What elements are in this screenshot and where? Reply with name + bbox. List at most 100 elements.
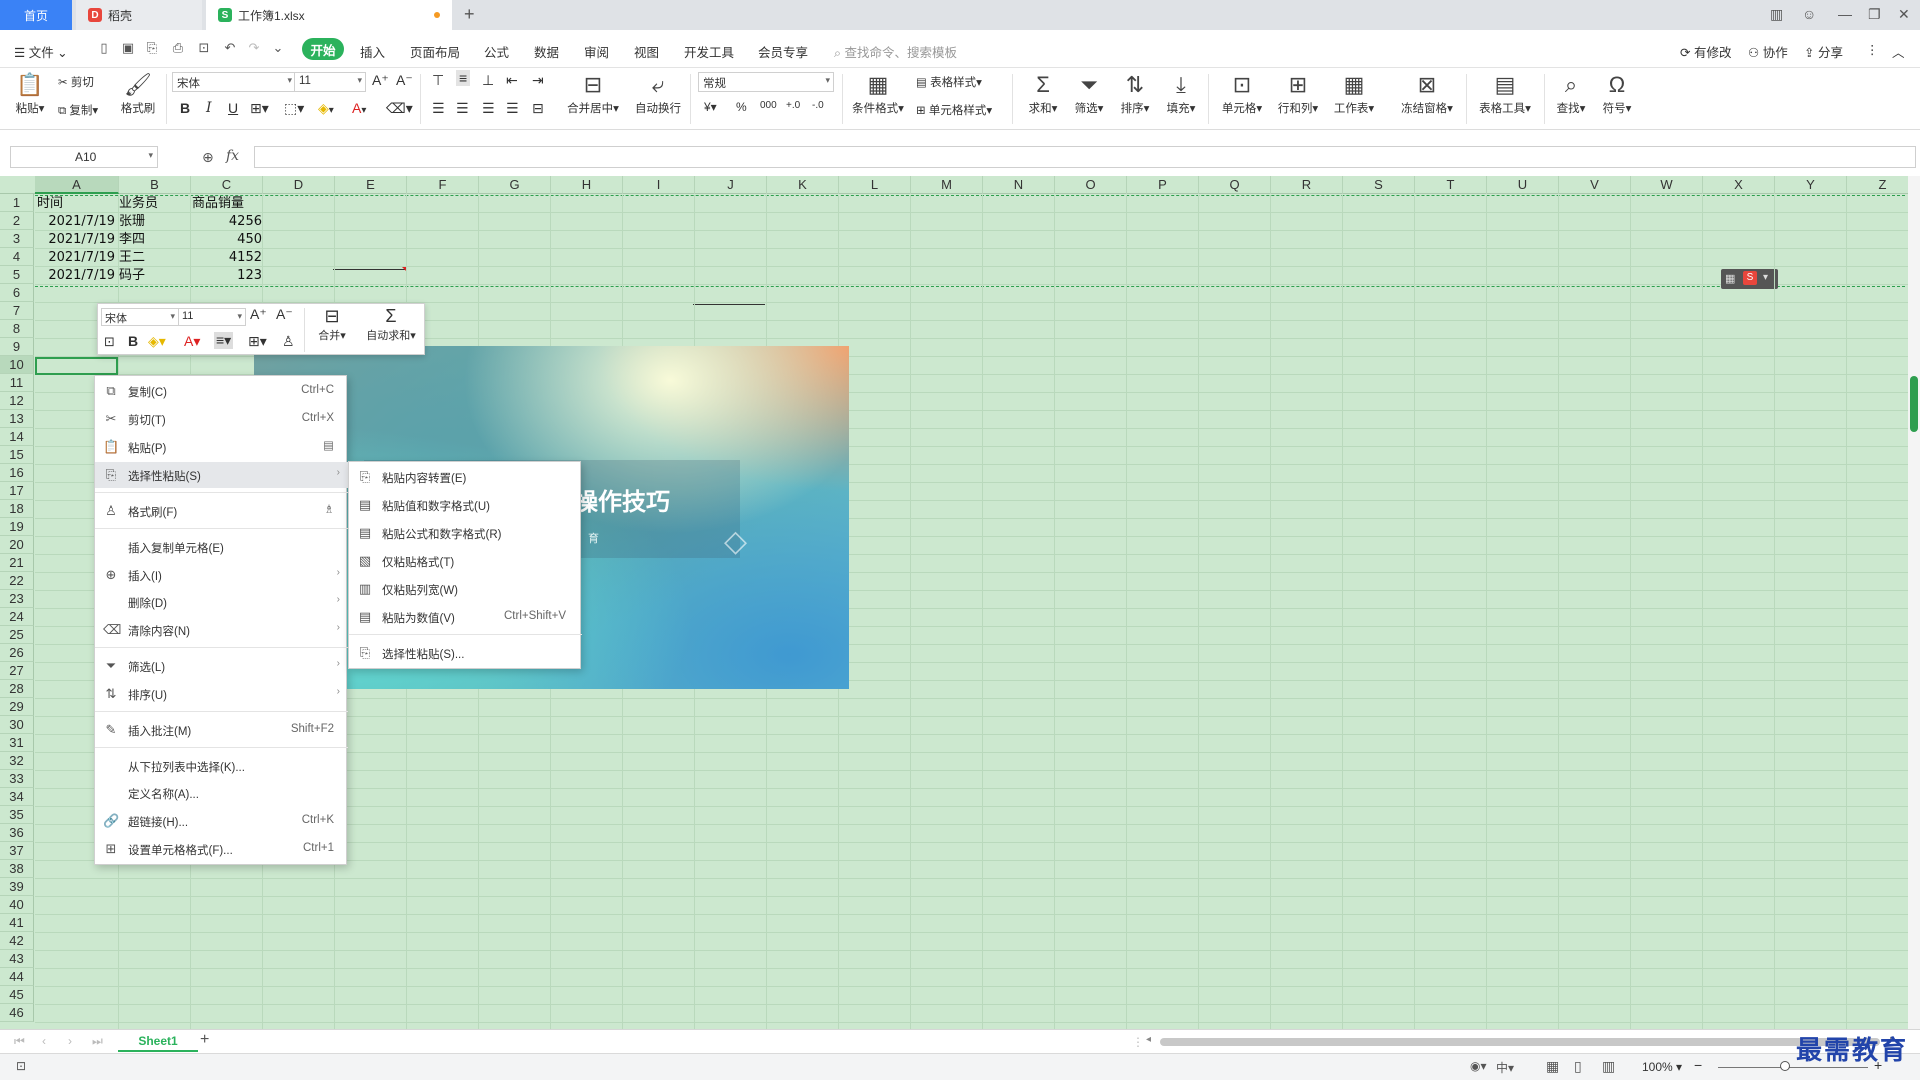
row-header-41[interactable]: 41 xyxy=(0,914,34,932)
close-icon[interactable]: ✕ xyxy=(1898,6,1910,23)
next-sheet-icon[interactable]: › xyxy=(68,1034,72,1048)
fill-color-icon[interactable]: ◈▾ xyxy=(318,100,334,117)
formula-input[interactable] xyxy=(254,146,1916,168)
column-header-j[interactable]: J xyxy=(695,176,767,194)
column-header-o[interactable]: O xyxy=(1055,176,1127,194)
row-header-14[interactable]: 14 xyxy=(0,428,34,446)
merge-center-button[interactable]: ⊟ 合并居中▾ xyxy=(560,72,626,116)
menu-item-sort[interactable]: ⇅ 排序(U) › xyxy=(95,681,348,707)
minimize-icon[interactable]: — xyxy=(1838,6,1852,22)
menu-item-format-painter[interactable]: ♙ 格式刷(F) ♗ xyxy=(95,498,348,524)
column-header-k[interactable]: K xyxy=(767,176,839,194)
zoom-out-button[interactable]: − xyxy=(1694,1057,1702,1073)
table-cell[interactable]: 李四 xyxy=(119,231,145,249)
collab-button[interactable]: ⚇ 协作 xyxy=(1748,42,1788,61)
tab-review[interactable]: 审阅 xyxy=(584,42,609,61)
column-header-h[interactable]: H xyxy=(551,176,623,194)
fill-button[interactable]: ⤓ 填充▾ xyxy=(1158,72,1204,116)
column-header-r[interactable]: R xyxy=(1271,176,1343,194)
layout-icon[interactable]: ▥ xyxy=(1770,6,1783,23)
row-header-33[interactable]: 33 xyxy=(0,770,34,788)
column-header-m[interactable]: M xyxy=(911,176,983,194)
mini-font-color-icon[interactable]: A▾ xyxy=(184,333,200,350)
vertical-scrollbar[interactable] xyxy=(1908,176,1920,1029)
active-cell[interactable] xyxy=(35,357,118,375)
column-header-v[interactable]: V xyxy=(1559,176,1631,194)
eye-protect-icon[interactable]: ◉▾ xyxy=(1470,1059,1487,1073)
row-header-18[interactable]: 18 xyxy=(0,500,34,518)
font-color-icon[interactable]: A▾ xyxy=(352,100,366,116)
menu-item-copy[interactable]: ⧉ 复制(C) Ctrl+C xyxy=(95,378,348,404)
save-icon[interactable]: ▣ xyxy=(120,40,136,56)
row-header-23[interactable]: 23 xyxy=(0,590,34,608)
row-header-7[interactable]: 7 xyxy=(0,302,34,320)
sort-button[interactable]: ⇅ 排序▾ xyxy=(1112,72,1158,116)
paste-button[interactable]: 📋 粘贴▾ xyxy=(6,72,54,116)
table-cell[interactable]: 123 xyxy=(192,267,262,285)
row-header-25[interactable]: 25 xyxy=(0,626,34,644)
column-header-e[interactable]: E xyxy=(335,176,407,194)
row-header-16[interactable]: 16 xyxy=(0,464,34,482)
column-header-n[interactable]: N xyxy=(983,176,1055,194)
bold-icon[interactable]: B xyxy=(180,100,190,116)
first-sheet-icon[interactable]: ⏮ xyxy=(14,1034,25,1049)
row-header-43[interactable]: 43 xyxy=(0,950,34,968)
table-cell[interactable]: 2021/7/19 xyxy=(35,249,115,267)
align-left-icon[interactable]: ☰ xyxy=(432,100,445,117)
macro-record-icon[interactable]: ⊡ xyxy=(16,1059,26,1073)
row-header-13[interactable]: 13 xyxy=(0,410,34,428)
mini-decrease-font-icon[interactable]: A⁻ xyxy=(276,306,293,323)
menu-item-clear[interactable]: ⌫ 清除内容(N) › xyxy=(95,617,348,643)
tab-data[interactable]: 数据 xyxy=(534,42,559,61)
row-header-10[interactable]: 10 xyxy=(0,356,34,374)
filter-button[interactable]: ⏷ 筛选▾ xyxy=(1066,72,1112,116)
format-painter-button[interactable]: 🖌 格式刷 xyxy=(114,72,162,116)
column-header-i[interactable]: I xyxy=(623,176,695,194)
menu-item-paste-special[interactable]: ⎘ 选择性粘贴(S) › xyxy=(95,462,348,488)
copy-button[interactable]: ⧉ 复制▾ xyxy=(58,102,98,118)
increase-font-icon[interactable]: A⁺ xyxy=(372,72,389,89)
row-header-31[interactable]: 31 xyxy=(0,734,34,752)
increase-indent-icon[interactable]: ⇥ xyxy=(532,72,544,89)
cell-style-button[interactable]: ⊞ 单元格样式▾ xyxy=(916,102,992,118)
row-header-17[interactable]: 17 xyxy=(0,482,34,500)
row-header-42[interactable]: 42 xyxy=(0,932,34,950)
menu-item-cut[interactable]: ✂ 剪切(T) Ctrl+X xyxy=(95,406,348,432)
italic-icon[interactable]: I xyxy=(206,100,212,116)
mini-select-icon[interactable]: ⊡ xyxy=(104,334,115,350)
modified-button[interactable]: ⟳ 有修改 xyxy=(1680,42,1731,61)
restore-icon[interactable]: ❐ xyxy=(1868,6,1881,23)
row-header-45[interactable]: 45 xyxy=(0,986,34,1004)
row-header-1[interactable]: 1 xyxy=(0,194,34,212)
mini-merge-button[interactable]: ⊟ 合并▾ xyxy=(312,306,352,343)
table-cell[interactable]: 2021/7/19 xyxy=(35,267,115,285)
decrease-decimal-icon[interactable]: -.0 xyxy=(812,100,824,111)
find-button[interactable]: ⌕ 查找▾ xyxy=(1548,72,1594,116)
last-sheet-icon[interactable]: ⏭ xyxy=(92,1034,103,1049)
column-header-f[interactable]: F xyxy=(407,176,479,194)
menu-item-hyperlink[interactable]: 🔗 超链接(H)... Ctrl+K xyxy=(95,808,348,834)
font-name-combo[interactable]: 宋体 xyxy=(172,72,296,92)
row-header-38[interactable]: 38 xyxy=(0,860,34,878)
tab-member[interactable]: 会员专享 xyxy=(758,42,808,61)
header-cell-salesperson[interactable]: 业务员 xyxy=(119,195,158,213)
submenu-item-values-numbers[interactable]: ▤ 粘贴值和数字格式(U) xyxy=(349,492,582,518)
table-cell[interactable]: 张珊 xyxy=(119,213,145,231)
row-header-39[interactable]: 39 xyxy=(0,878,34,896)
print-preview-icon[interactable]: ⊡ xyxy=(196,40,212,56)
clear-format-icon[interactable]: ⌫▾ xyxy=(386,100,413,117)
align-top-icon[interactable]: ⊤ xyxy=(432,72,444,89)
header-cell-sales[interactable]: 商品销量 xyxy=(192,195,244,213)
decrease-font-icon[interactable]: A⁻ xyxy=(396,72,413,89)
column-header-x[interactable]: X xyxy=(1703,176,1775,194)
column-header-b[interactable]: B xyxy=(119,176,191,194)
menu-item-delete[interactable]: 删除(D) › xyxy=(95,589,348,615)
avatar[interactable]: ☺ xyxy=(1802,6,1816,22)
name-box[interactable]: A10 xyxy=(10,146,158,168)
row-header-30[interactable]: 30 xyxy=(0,716,34,734)
fx-icon[interactable]: fx xyxy=(226,148,239,164)
row-header-29[interactable]: 29 xyxy=(0,698,34,716)
freeze-panes-button[interactable]: ⊠ 冻结窗格▾ xyxy=(1396,72,1458,116)
rowcol-button[interactable]: ⊞ 行和列▾ xyxy=(1270,72,1326,116)
row-header-22[interactable]: 22 xyxy=(0,572,34,590)
